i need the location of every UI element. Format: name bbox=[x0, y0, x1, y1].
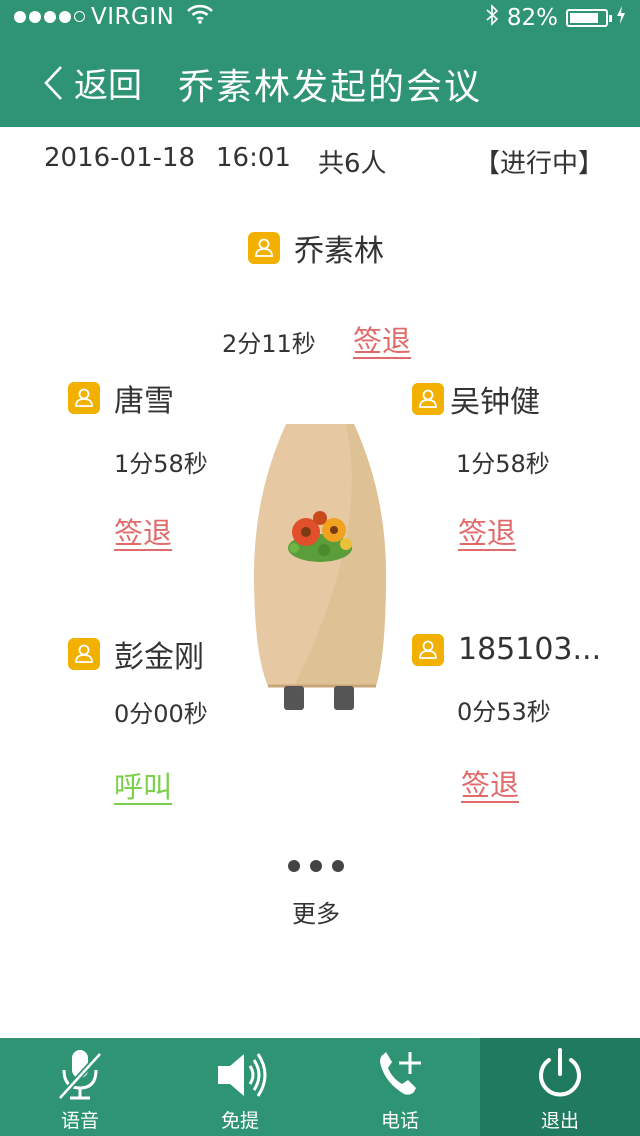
battery-icon bbox=[566, 9, 612, 27]
more-label: 更多 bbox=[292, 900, 340, 928]
phone-label: 电话 bbox=[380, 1110, 419, 1132]
person-icon bbox=[68, 382, 100, 414]
participant-card: 唐雪 bbox=[68, 376, 174, 420]
phone-button[interactable]: 电话 bbox=[320, 1038, 480, 1136]
back-label: 返回 bbox=[74, 66, 142, 106]
participant-name: 吴钟健 bbox=[450, 385, 540, 420]
host-participant: 乔素林 bbox=[248, 226, 384, 270]
participant-name: 彭金刚 bbox=[114, 640, 204, 675]
participant-card: 彭金刚 bbox=[68, 632, 204, 676]
page-title: 乔素林发起的会议 bbox=[178, 67, 483, 108]
speaker-label: 免提 bbox=[220, 1110, 259, 1132]
participant-card: 185103... bbox=[412, 632, 601, 667]
voice-label: 语音 bbox=[60, 1110, 99, 1132]
voice-button[interactable]: 语音 bbox=[0, 1038, 160, 1136]
more-button[interactable]: 更多 bbox=[276, 860, 356, 929]
bottom-toolbar: 语音 免提 电话 退出 bbox=[0, 1038, 640, 1136]
meeting-date: 2016-01-18 bbox=[44, 143, 196, 173]
participant-duration: 1分58秒 bbox=[114, 450, 208, 478]
person-icon bbox=[248, 232, 280, 264]
participant-action-button[interactable]: 签退 bbox=[461, 762, 519, 804]
nav-bar: 返回 乔素林发起的会议 bbox=[0, 34, 640, 127]
speaker-button[interactable]: 免提 bbox=[160, 1038, 320, 1136]
top-bar: VIRGIN 82% 返回 乔素林发起的会议 bbox=[0, 0, 640, 127]
carrier-name: VIRGIN bbox=[91, 4, 175, 30]
participant-duration: 0分53秒 bbox=[457, 698, 551, 726]
participant-action-button[interactable]: 签退 bbox=[114, 510, 172, 552]
call-button[interactable]: 呼叫 bbox=[114, 764, 172, 806]
participant-duration: 0分00秒 bbox=[114, 700, 208, 728]
bluetooth-icon bbox=[485, 4, 499, 32]
power-icon bbox=[539, 1048, 581, 1097]
participant-duration: 1分58秒 bbox=[456, 450, 550, 478]
speaker-icon bbox=[218, 1053, 267, 1097]
participant-count: 共6人 bbox=[318, 149, 387, 179]
meeting-info: 2016-01-18 16:01 共6人 【进行中】 bbox=[0, 127, 640, 191]
charging-icon bbox=[616, 5, 626, 31]
meeting-time: 16:01 bbox=[216, 143, 291, 173]
microphone-muted-icon bbox=[57, 1050, 103, 1101]
signal-icon bbox=[14, 11, 85, 23]
participant-name: 185103... bbox=[458, 632, 602, 667]
person-icon bbox=[412, 633, 444, 666]
wifi-icon bbox=[186, 4, 214, 30]
chevron-left-icon bbox=[44, 65, 62, 100]
back-button[interactable]: 返回 bbox=[42, 58, 142, 107]
person-icon bbox=[412, 383, 444, 415]
host-name: 乔素林 bbox=[294, 234, 384, 269]
host-signout-button[interactable]: 签退 bbox=[353, 318, 411, 360]
participant-card: 吴钟健 bbox=[412, 377, 540, 421]
participant-action-button[interactable]: 签退 bbox=[458, 510, 516, 552]
host-duration: 2分11秒 bbox=[222, 330, 316, 358]
exit-label: 退出 bbox=[540, 1110, 579, 1132]
exit-button[interactable]: 退出 bbox=[480, 1038, 640, 1136]
meeting-table-illustration bbox=[254, 424, 386, 712]
add-call-icon bbox=[380, 1052, 421, 1095]
participant-name: 唐雪 bbox=[114, 384, 174, 419]
battery-percent: 82% bbox=[506, 5, 558, 31]
meeting-status: 【进行中】 bbox=[473, 149, 604, 179]
ellipsis-icon bbox=[276, 860, 356, 872]
status-bar: VIRGIN 82% bbox=[0, 0, 640, 34]
person-icon bbox=[68, 638, 100, 670]
